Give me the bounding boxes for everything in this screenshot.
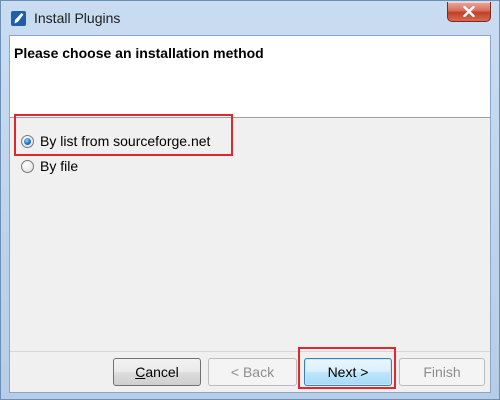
radio-by-file[interactable]: By file <box>21 156 78 176</box>
cancel-button[interactable]: Cancel <box>113 358 201 386</box>
install-plugins-dialog: Install Plugins Please choose an install… <box>0 0 500 400</box>
highlight-box-next <box>298 347 396 389</box>
title-bar[interactable]: Install Plugins <box>1 1 499 34</box>
highlight-box-option <box>14 114 233 156</box>
radio-unselected-icon[interactable] <box>21 159 34 173</box>
close-x-icon <box>463 6 475 17</box>
dialog-content: Please choose an installation method By … <box>9 35 491 393</box>
finish-label: Finish <box>423 364 461 380</box>
back-button[interactable]: < Back <box>208 358 297 386</box>
feather-app-icon <box>11 11 26 26</box>
cancel-label-rest: ancel <box>145 364 179 380</box>
back-label: < Back <box>230 364 275 380</box>
radio-by-file-label[interactable]: By file <box>40 158 78 174</box>
page-title: Please choose an installation method <box>14 45 264 61</box>
window-title: Install Plugins <box>34 10 121 26</box>
header-panel: Please choose an installation method <box>10 36 490 118</box>
close-button[interactable] <box>447 2 491 22</box>
cancel-mnemonic: C <box>135 364 146 380</box>
finish-button[interactable]: Finish <box>399 358 485 386</box>
